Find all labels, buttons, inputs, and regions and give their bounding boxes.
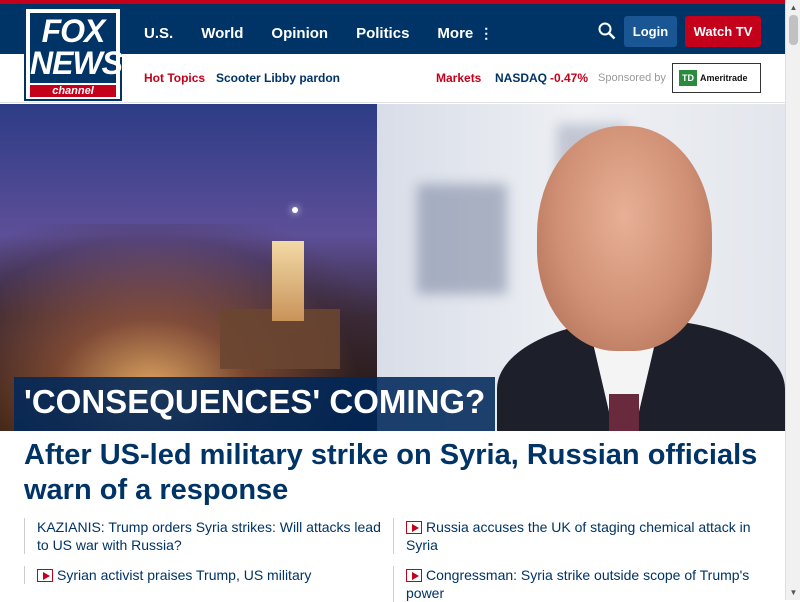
- sponsored-by-label: Sponsored by: [598, 72, 666, 84]
- sponsor-logo[interactable]: TD Ameritrade: [672, 63, 761, 93]
- related-story-text: Russia accuses the UK of staging chemica…: [406, 519, 751, 553]
- play-icon: [406, 521, 422, 534]
- nav-politics[interactable]: Politics: [356, 25, 409, 42]
- more-dots-icon: ⋮: [479, 24, 494, 41]
- login-button[interactable]: Login: [624, 16, 677, 47]
- nasdaq-change: -0.47%: [550, 71, 589, 85]
- backdrop-logo: [417, 184, 507, 294]
- logo-channel-text: channel: [30, 85, 116, 97]
- vertical-scrollbar[interactable]: ▲ ▼: [785, 0, 800, 600]
- hero-image[interactable]: 'CONSEQUENCES' COMING?: [0, 104, 785, 431]
- related-story-link[interactable]: Syrian activist praises Trump, US milita…: [24, 566, 382, 584]
- night-flare: [292, 207, 298, 213]
- city-tower: [272, 241, 304, 321]
- logo-fox-text: FOX: [41, 13, 106, 49]
- nav-more-label: More: [437, 24, 474, 42]
- sponsor-name: Ameritrade: [700, 73, 748, 83]
- scroll-up-arrow-icon[interactable]: ▲: [786, 0, 800, 15]
- related-story-text: Syrian activist praises Trump, US milita…: [57, 567, 312, 583]
- related-story-text: Congressman: Syria strike outside scope …: [406, 567, 750, 601]
- logo-wordmark: FOX NEWS: [30, 13, 123, 83]
- related-story-text: KAZIANIS: Trump orders Syria strikes: Wi…: [37, 519, 381, 553]
- related-story-link[interactable]: KAZIANIS: Trump orders Syria strikes: Wi…: [24, 518, 382, 554]
- portrait-head: [537, 126, 712, 351]
- portrait-tie: [609, 394, 639, 431]
- related-story-link[interactable]: Congressman: Syria strike outside scope …: [393, 566, 751, 602]
- td-logo-mark: TD: [679, 70, 697, 86]
- nav-us[interactable]: U.S.: [144, 25, 173, 42]
- hot-topic-link[interactable]: Scooter Libby pardon: [216, 71, 340, 85]
- fox-news-logo[interactable]: FOX NEWS channel: [24, 7, 123, 101]
- main-nav: U.S. World Opinion Politics More ⋮: [130, 8, 507, 58]
- related-story-link[interactable]: Russia accuses the UK of staging chemica…: [393, 518, 751, 554]
- hero-kicker[interactable]: 'CONSEQUENCES' COMING?: [14, 377, 496, 431]
- watch-tv-button[interactable]: Watch TV: [685, 16, 761, 47]
- scroll-down-arrow-icon[interactable]: ▼: [786, 585, 800, 600]
- nav-opinion[interactable]: Opinion: [271, 25, 328, 42]
- hot-topics-label: Hot Topics: [144, 71, 206, 85]
- markets-link[interactable]: Markets: [436, 71, 481, 85]
- play-icon: [406, 569, 422, 582]
- play-icon: [37, 569, 53, 582]
- scroll-thumb[interactable]: [789, 15, 798, 45]
- nav-more[interactable]: More ⋮: [437, 25, 493, 42]
- logo-news-text: NEWS: [30, 45, 123, 81]
- search-icon[interactable]: [598, 22, 616, 40]
- nav-world[interactable]: World: [201, 25, 243, 42]
- main-headline[interactable]: After US-led military strike on Syria, R…: [24, 438, 764, 508]
- nasdaq-label[interactable]: NASDAQ: [495, 71, 547, 85]
